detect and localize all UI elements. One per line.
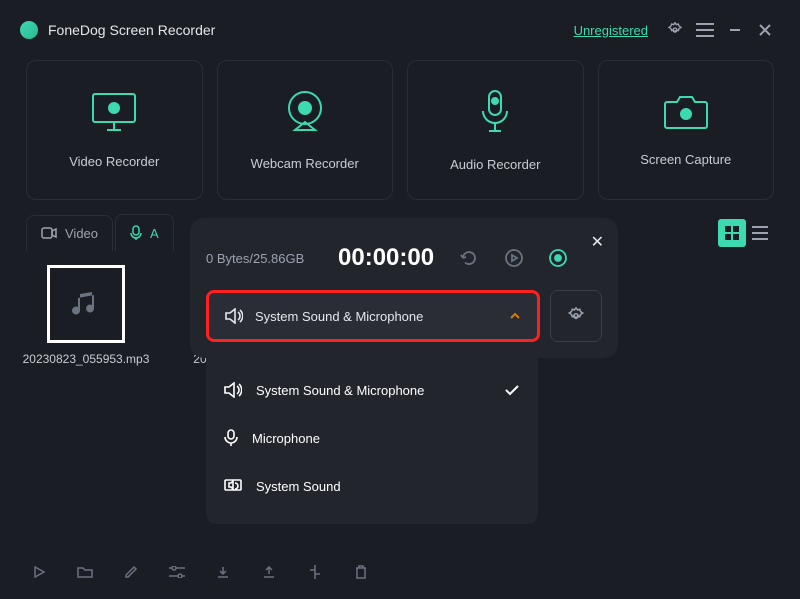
- mode-label: Video Recorder: [69, 154, 159, 169]
- mode-label: Webcam Recorder: [251, 156, 359, 171]
- option-system-and-mic[interactable]: System Sound & Microphone: [206, 366, 538, 414]
- audio-source-menu: System Sound & Microphone Microphone Sys…: [206, 358, 538, 524]
- mode-label: Screen Capture: [640, 152, 731, 167]
- app-title: FoneDog Screen Recorder: [48, 22, 574, 38]
- titlebar: FoneDog Screen Recorder Unregistered: [0, 0, 800, 60]
- play-icon[interactable]: [26, 559, 52, 585]
- folder-icon[interactable]: [72, 559, 98, 585]
- menu-icon[interactable]: [690, 15, 720, 45]
- play-circle-icon[interactable]: [504, 248, 536, 268]
- monitor-icon: [91, 92, 137, 132]
- camera-icon: [663, 94, 709, 130]
- video-recorder-mode[interactable]: Video Recorder: [26, 60, 203, 200]
- microphone-icon: [479, 89, 511, 135]
- webcam-icon: [283, 90, 327, 134]
- screen-capture-mode[interactable]: Screen Capture: [598, 60, 775, 200]
- system-sound-icon: [224, 479, 242, 493]
- recording-panel: ✕ 0 Bytes/25.86GB 00:00:00 System Sound …: [190, 218, 618, 358]
- bottom-toolbar: [26, 559, 374, 585]
- mode-grid: Video Recorder Webcam Recorder Audio Rec…: [0, 60, 800, 200]
- file-name: 20230823_055953.mp3: [23, 351, 150, 368]
- tab-video[interactable]: Video: [26, 215, 113, 251]
- tab-audio[interactable]: A: [115, 214, 174, 251]
- convert-icon[interactable]: [302, 559, 328, 585]
- check-icon: [504, 384, 520, 396]
- close-button[interactable]: [750, 15, 780, 45]
- recording-size: 0 Bytes/25.86GB: [206, 251, 326, 266]
- tab-label: A: [150, 226, 159, 241]
- option-label: Microphone: [252, 431, 520, 446]
- edit-icon[interactable]: [118, 559, 144, 585]
- audio-recorder-mode[interactable]: Audio Recorder: [407, 60, 584, 200]
- undo-icon[interactable]: [460, 249, 492, 267]
- option-label: System Sound & Microphone: [256, 383, 490, 398]
- audio-settings-button[interactable]: [550, 290, 602, 342]
- delete-icon[interactable]: [348, 559, 374, 585]
- list-view-button[interactable]: [746, 219, 774, 247]
- export-icon[interactable]: [256, 559, 282, 585]
- minimize-button[interactable]: [720, 15, 750, 45]
- option-microphone[interactable]: Microphone: [206, 414, 538, 462]
- grid-view-button[interactable]: [718, 219, 746, 247]
- chevron-up-icon: [509, 312, 521, 320]
- record-icon[interactable]: [548, 248, 580, 268]
- file-item[interactable]: 20230823_055953.mp3: [26, 265, 146, 368]
- recording-time: 00:00:00: [338, 244, 448, 272]
- audio-file-icon: [47, 265, 125, 343]
- option-system-sound[interactable]: System Sound: [206, 462, 538, 510]
- audio-source-dropdown[interactable]: System Sound & Microphone: [206, 290, 540, 342]
- import-icon[interactable]: [210, 559, 236, 585]
- close-icon[interactable]: ✕: [591, 232, 604, 252]
- speaker-icon: [225, 308, 243, 324]
- webcam-recorder-mode[interactable]: Webcam Recorder: [217, 60, 394, 200]
- registration-link[interactable]: Unregistered: [574, 23, 648, 38]
- settings-gear-icon[interactable]: [660, 15, 690, 45]
- adjust-icon[interactable]: [164, 559, 190, 585]
- selected-option: System Sound & Microphone: [255, 309, 497, 324]
- option-label: System Sound: [256, 479, 520, 494]
- mode-label: Audio Recorder: [450, 157, 540, 172]
- app-logo-icon: [20, 21, 38, 39]
- speaker-icon: [224, 382, 242, 398]
- microphone-icon: [224, 429, 238, 447]
- tab-label: Video: [65, 226, 98, 241]
